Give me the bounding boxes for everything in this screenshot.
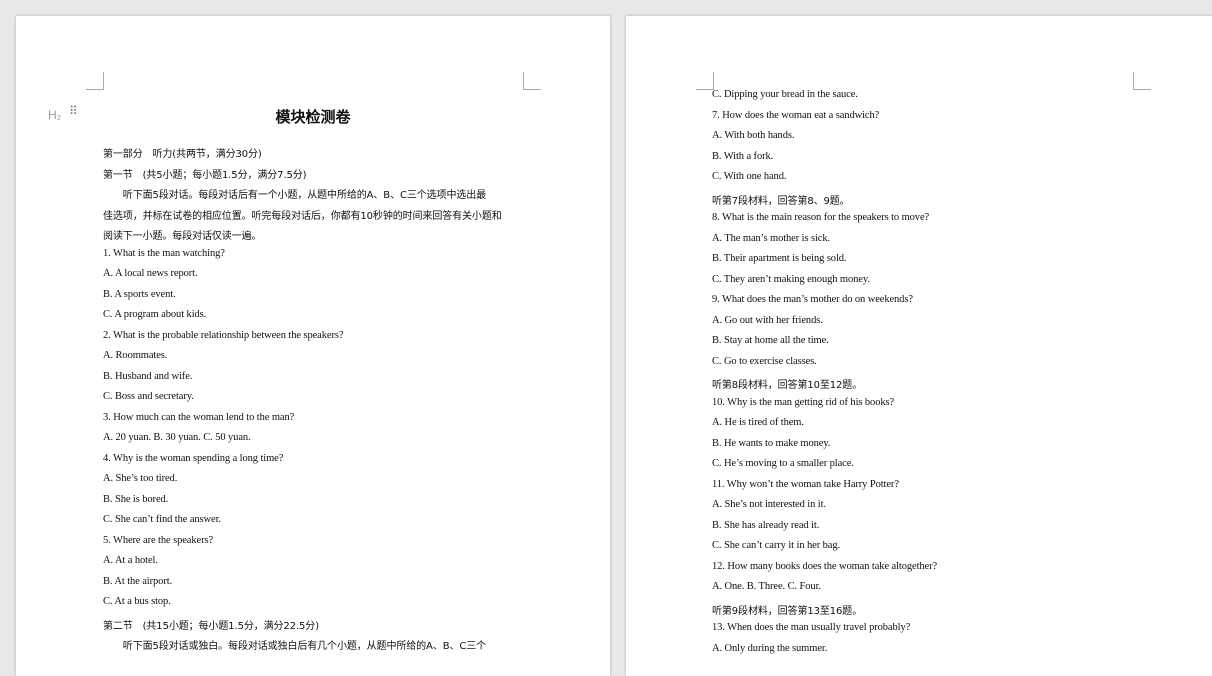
document-page-1: H₂ ⠿ 模块检测卷 第一部分 听力(共两节，满分30分) 第一节 (共5小题；每… xyxy=(16,16,610,676)
text-line: 1. What is the man watching? xyxy=(103,247,225,259)
text-line: 佳选项，并标在试卷的相应位置。听完每段对话后，你都有10秒钟的时间来回答有关小题… xyxy=(103,210,502,222)
text-line: 11. Why won’t the woman take Harry Potte… xyxy=(712,478,899,490)
text-line: B. Stay at home all the time. xyxy=(712,335,829,346)
text-line: B. Husband and wife. xyxy=(103,370,193,382)
text-line: A. A local news report. xyxy=(103,268,198,279)
text-line: B. At the airport. xyxy=(103,575,173,587)
text-line: 8. What is the main reason for the speak… xyxy=(712,212,930,223)
text-line: A. At a hotel. xyxy=(103,555,158,566)
text-line: 7. How does the woman eat a sandwich? xyxy=(712,109,880,121)
text-line: A. Roommates. xyxy=(103,350,168,361)
text-line: A. Go out with her friends. xyxy=(712,314,823,326)
text-line: A. Only during the summer. xyxy=(712,642,828,654)
text-line: 听第9段材料，回答第13至16题。 xyxy=(712,605,863,617)
document-page-2: C. Dipping your bread in the sauce. 7. Ho… xyxy=(626,16,1212,676)
text-line: 第一节 (共5小题；每小题1.5分，满分7.5分) xyxy=(103,169,307,181)
text-line: 听第8段材料，回答第10至12题。 xyxy=(712,380,863,391)
text-line: 第一部分 听力(共两节，满分30分) xyxy=(103,149,262,160)
text-line: 2. What is the probable relationship bet… xyxy=(103,329,344,341)
text-line: C. A program about kids. xyxy=(103,309,207,320)
text-line: C. Dipping your bread in the sauce. xyxy=(712,89,858,100)
margin-corner-top-left xyxy=(86,72,104,90)
text-line: A. He is tired of them. xyxy=(712,417,804,428)
text-line: 3. How much can the woman lend to the ma… xyxy=(103,411,295,423)
text-line: 5. Where are the speakers? xyxy=(103,534,214,546)
text-line: B. With a fork. xyxy=(712,150,774,162)
text-line: 10. Why is the man getting rid of his bo… xyxy=(712,396,895,408)
text-line: C. With one hand. xyxy=(712,171,787,182)
text-line: C. Boss and secretary. xyxy=(103,391,194,402)
text-line: 第二节 (共15小题；每小题1.5分，满分22.5分) xyxy=(103,620,319,632)
text-line: A. With both hands. xyxy=(712,130,795,141)
text-line: C. They aren’t making enough money. xyxy=(712,273,870,285)
text-line: B. She has already read it. xyxy=(712,519,820,531)
document-title: 模块检测卷 xyxy=(275,108,351,126)
text-line: 听第7段材料，回答第8、9题。 xyxy=(712,195,850,207)
text-line: 9. What does the man’s mother do on week… xyxy=(712,294,913,305)
text-line: B. Their apartment is being sold. xyxy=(712,253,847,264)
text-line: C. He’s moving to a smaller place. xyxy=(712,458,854,469)
text-line: C. She can’t carry it in her bag. xyxy=(712,540,841,551)
text-line: C. Go to exercise classes. xyxy=(712,355,817,367)
text-line: 4. Why is the woman spending a long time… xyxy=(103,452,284,464)
text-line: B. A sports event. xyxy=(103,288,176,300)
margin-corner-top-right xyxy=(1133,72,1151,90)
text-line: A. 20 yuan. B. 30 yuan. C. 50 yuan. xyxy=(103,432,251,443)
text-line: A. She’s too tired. xyxy=(103,473,178,484)
margin-corner-top-left xyxy=(696,72,714,90)
text-line: 13. When does the man usually travel pro… xyxy=(712,622,911,633)
text-line: 12. How many books does the woman take a… xyxy=(712,560,938,572)
text-line: A. She’s not interested in it. xyxy=(712,499,826,510)
text-line: 听下面5段对话或独白。每段对话或独白后有几个小题，从题中所给的A、B、C三个 xyxy=(103,641,487,652)
text-line: C. At a bus stop. xyxy=(103,596,171,607)
text-line: A. The man’s mother is sick. xyxy=(712,232,831,244)
margin-corner-top-right xyxy=(523,72,541,90)
text-line: B. She is bored. xyxy=(103,493,169,505)
text-line: A. One. B. Three. C. Four. xyxy=(712,581,821,592)
text-line: C. She can’t find the answer. xyxy=(103,514,221,525)
text-line: 阅读下一小题。每段对话仅读一遍。 xyxy=(103,231,262,242)
text-line: B. He wants to make money. xyxy=(712,437,831,449)
text-line: 听下面5段对话。每段对话后有一个小题，从题中所给的A、B、C三个选项中选出最 xyxy=(103,190,487,201)
